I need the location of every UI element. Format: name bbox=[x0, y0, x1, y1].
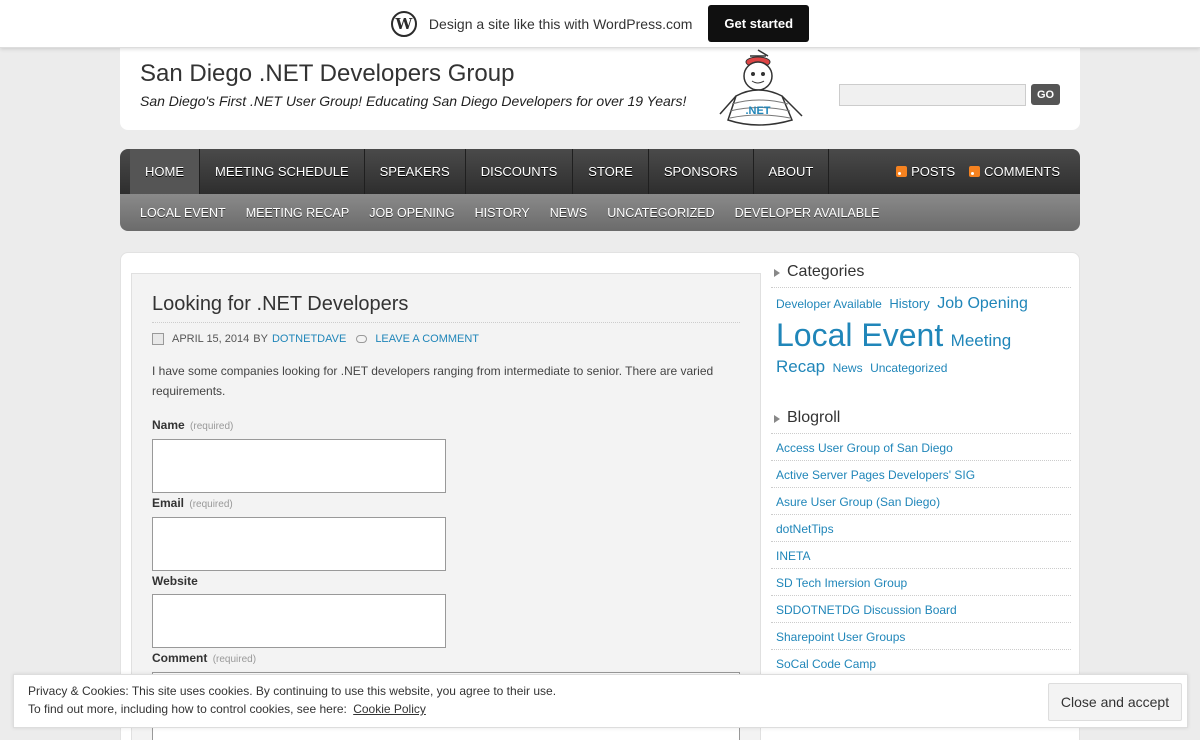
comment-required-note: (required) bbox=[212, 654, 257, 665]
site-header: San Diego .NET Developers Group San Dieg… bbox=[120, 48, 1080, 130]
subnav-item-news[interactable]: NEWS bbox=[550, 206, 588, 220]
blogroll-link[interactable]: Access User Group of San Diego bbox=[771, 434, 1071, 462]
post-title[interactable]: Looking for .NET Developers bbox=[152, 293, 740, 323]
search-go-button[interactable]: GO bbox=[1031, 84, 1060, 105]
calendar-icon bbox=[152, 333, 164, 345]
tag-history[interactable]: History bbox=[889, 296, 929, 311]
rss-icon bbox=[896, 166, 908, 177]
post-body: I have some companies looking for .NET d… bbox=[152, 364, 714, 398]
category-tag-cloud: Developer Available History Job Opening … bbox=[771, 288, 1071, 379]
comments-feed-link[interactable]: COMMENTS bbox=[969, 164, 1060, 179]
website-label: Website bbox=[152, 574, 198, 588]
rss-icon bbox=[969, 166, 981, 177]
blogroll-link[interactable]: SD Tech Imersion Group bbox=[771, 569, 1071, 597]
post-article: Looking for .NET Developers APRIL 15, 20… bbox=[131, 273, 761, 740]
wordpress-promo-bar: W Design a site like this with WordPress… bbox=[0, 0, 1200, 48]
website-input[interactable] bbox=[152, 594, 446, 648]
tag-local-event[interactable]: Local Event bbox=[776, 317, 943, 353]
cookie-notice-text: Privacy & Cookies: This site uses cookie… bbox=[28, 684, 557, 698]
content-area: Looking for .NET Developers APRIL 15, 20… bbox=[120, 252, 1080, 740]
comments-feed-label: COMMENTS bbox=[984, 164, 1060, 179]
categories-title: Categories bbox=[771, 261, 1071, 288]
dotnet-mascot-icon: .NET bbox=[719, 49, 803, 126]
name-label-text: Name bbox=[152, 418, 185, 432]
nav-item-meeting-schedule[interactable]: MEETING SCHEDULE bbox=[200, 149, 365, 194]
comment-label: Comment (required) bbox=[152, 651, 256, 665]
category-nav-bar: LOCAL EVENT MEETING RECAP JOB OPENING HI… bbox=[120, 194, 1080, 231]
sidebar: Categories Developer Available History J… bbox=[771, 261, 1071, 678]
cookie-more-info: To find out more, including how to contr… bbox=[28, 702, 426, 716]
post-meta: APRIL 15, 2014 BY DOTNETDAVE LEAVE A COM… bbox=[152, 333, 479, 345]
subnav-item-developer-available[interactable]: DEVELOPER AVAILABLE bbox=[735, 206, 880, 220]
blogroll-link[interactable]: Active Server Pages Developers' SIG bbox=[771, 461, 1071, 489]
nav-item-discounts[interactable]: DISCOUNTS bbox=[466, 149, 574, 194]
subnav-item-local-event[interactable]: LOCAL EVENT bbox=[140, 206, 226, 220]
nav-item-speakers[interactable]: SPEAKERS bbox=[365, 149, 466, 194]
tag-developer-available[interactable]: Developer Available bbox=[776, 297, 882, 311]
site-description: San Diego's First .NET User Group! Educa… bbox=[140, 93, 687, 109]
blogroll-link[interactable]: Asure User Group (San Diego) bbox=[771, 488, 1071, 516]
search-input[interactable] bbox=[839, 84, 1026, 106]
posts-feed-label: POSTS bbox=[911, 164, 956, 179]
nav-item-store[interactable]: STORE bbox=[573, 149, 649, 194]
cookie-banner: Privacy & Cookies: This site uses cookie… bbox=[13, 674, 1188, 728]
email-required-note: (required) bbox=[189, 499, 233, 510]
leave-comment-link[interactable]: LEAVE A COMMENT bbox=[375, 333, 479, 345]
posts-feed-link[interactable]: POSTS bbox=[896, 164, 955, 179]
post-by: BY bbox=[253, 333, 268, 345]
blogroll-title: Blogroll bbox=[771, 407, 1071, 435]
cookie-more-info-text: To find out more, including how to contr… bbox=[28, 702, 347, 716]
blogroll-link[interactable]: INETA bbox=[771, 542, 1071, 570]
nav-item-sponsors[interactable]: SPONSORS bbox=[649, 149, 754, 194]
email-label: Email (required) bbox=[152, 496, 233, 510]
comment-label-text: Comment bbox=[152, 651, 208, 665]
subnav-item-job-opening[interactable]: JOB OPENING bbox=[369, 206, 454, 220]
feed-links: POSTS COMMENTS bbox=[896, 149, 1060, 194]
wordpress-promo-text: Design a site like this with WordPress.c… bbox=[428, 15, 693, 32]
website-label-text: Website bbox=[152, 574, 198, 588]
email-label-text: Email bbox=[152, 496, 185, 510]
close-and-accept-button[interactable]: Close and accept bbox=[1048, 683, 1182, 721]
name-input[interactable] bbox=[152, 439, 446, 493]
wordpress-logo-icon[interactable]: W bbox=[390, 10, 417, 37]
name-required-note: (required) bbox=[190, 421, 234, 432]
post-date: APRIL 15, 2014 bbox=[172, 333, 250, 345]
post-author-link[interactable]: DOTNETDAVE bbox=[272, 333, 346, 345]
cookie-policy-link[interactable]: Cookie Policy bbox=[353, 702, 426, 716]
name-label: Name (required) bbox=[152, 418, 233, 432]
tag-uncategorized[interactable]: Uncategorized bbox=[870, 361, 947, 375]
subnav-item-history[interactable]: HISTORY bbox=[475, 206, 530, 220]
mascot-shirt-label: .NET bbox=[745, 105, 770, 117]
blogroll-link[interactable]: Sharepoint User Groups bbox=[771, 623, 1071, 651]
get-started-button[interactable]: Get started bbox=[708, 5, 810, 42]
tag-news[interactable]: News bbox=[833, 361, 863, 375]
blogroll-link[interactable]: dotNetTips bbox=[771, 515, 1071, 543]
site-title[interactable]: San Diego .NET Developers Group bbox=[140, 60, 514, 88]
email-input[interactable] bbox=[152, 517, 446, 571]
main-navigation: HOME MEETING SCHEDULE SPEAKERS DISCOUNTS… bbox=[120, 149, 1080, 231]
tag-job-opening[interactable]: Job Opening bbox=[937, 295, 1028, 312]
subnav-item-uncategorized[interactable]: UNCATEGORIZED bbox=[607, 206, 714, 220]
subnav-item-meeting-recap[interactable]: MEETING RECAP bbox=[246, 206, 350, 220]
nav-item-about[interactable]: ABOUT bbox=[754, 149, 830, 194]
blogroll-link[interactable]: SDDOTNETDG Discussion Board bbox=[771, 596, 1071, 624]
comment-bubble-icon bbox=[356, 335, 368, 343]
blogroll-list: Access User Group of San Diego Active Se… bbox=[771, 434, 1071, 678]
nav-item-home[interactable]: HOME bbox=[130, 149, 200, 194]
primary-nav-bar: HOME MEETING SCHEDULE SPEAKERS DISCOUNTS… bbox=[120, 149, 1080, 194]
